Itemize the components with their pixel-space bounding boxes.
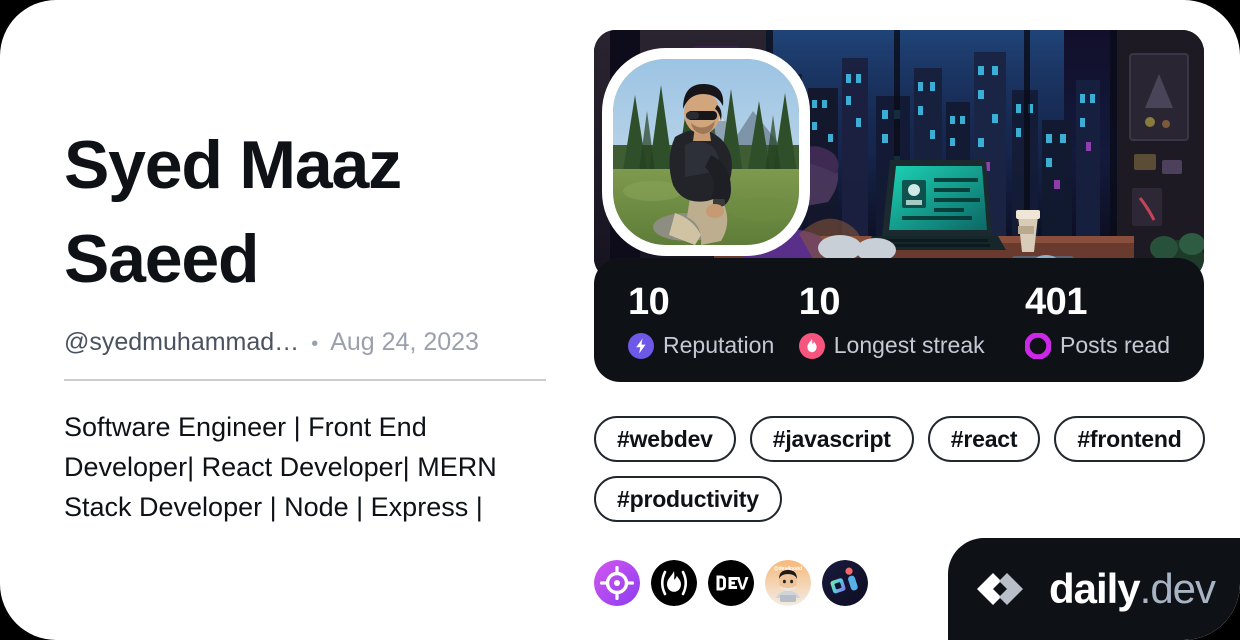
divider — [64, 379, 546, 381]
stats-panel: 10 Reputation 10 Longest streak 401 Post… — [594, 258, 1204, 382]
code-brackets-icon — [973, 569, 1035, 609]
stat-label: Posts read — [1060, 332, 1170, 358]
page-title: Syed Maaz Saeed — [64, 127, 402, 297]
source-list: @dev4good — [594, 560, 868, 606]
stat-value: 401 — [1025, 281, 1087, 323]
stat-value: 10 — [628, 281, 670, 323]
brand-wordmark: daily .dev — [1048, 565, 1216, 613]
tag-list: #webdev #javascript #react #frontend #pr… — [594, 416, 1210, 522]
dev-card: Syed Maaz Saeed @syedmuhammad… • Aug 24,… — [0, 0, 1240, 640]
tag-productivity[interactable]: #productivity — [594, 476, 782, 522]
joined-date: Aug 24, 2023 — [330, 328, 479, 356]
stat-reputation: 10 Reputation — [628, 281, 799, 359]
stat-longest-streak: 10 Longest streak — [798, 281, 1025, 359]
stat-value: 10 — [798, 281, 841, 323]
tag-javascript[interactable]: #javascript — [749, 416, 914, 462]
avatar — [602, 48, 810, 256]
brand-suffix: .dev — [1139, 565, 1216, 612]
profile-visual-column: 10 Reputation 10 Longest streak 401 Post… — [594, 30, 1204, 382]
flame-icon — [798, 332, 825, 359]
profile-handle: @syedmuhammad… — [64, 328, 300, 356]
profile-meta: @syedmuhammad… • Aug 24, 2023 — [64, 328, 546, 357]
lightning-bolt-icon — [628, 332, 654, 359]
profile-info-column: Syed Maaz Saeed @syedmuhammad… • Aug 24,… — [64, 118, 546, 527]
stat-label: Reputation — [663, 332, 775, 358]
brand-name: daily — [1048, 565, 1141, 612]
meta-separator-dot: • — [311, 333, 319, 355]
source-dev-badge[interactable] — [708, 560, 754, 606]
profile-bio: Software Engineer | Front End Developer|… — [64, 412, 497, 522]
source-flame-badge[interactable] — [651, 560, 697, 606]
stat-label: Longest streak — [833, 332, 985, 358]
tag-frontend[interactable]: #frontend — [1054, 416, 1205, 462]
source-memoji-badge[interactable]: @dev4good — [765, 560, 811, 606]
cover-and-stats: 10 Reputation 10 Longest streak 401 Post… — [594, 30, 1204, 382]
tag-react[interactable]: #react — [927, 416, 1041, 462]
ring-icon — [1024, 331, 1052, 360]
source-crosshair-badge[interactable] — [594, 560, 640, 606]
source-shapes-badge[interactable] — [822, 560, 868, 606]
daily-dev-logo: daily .dev — [948, 538, 1240, 640]
stat-posts-read: 401 Posts read — [1024, 281, 1170, 360]
tag-webdev[interactable]: #webdev — [594, 416, 736, 462]
